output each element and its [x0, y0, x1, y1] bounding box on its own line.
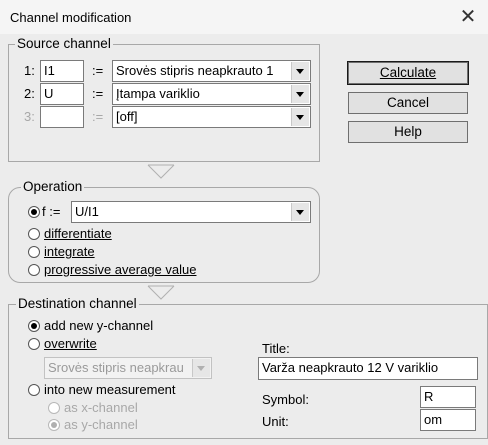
- formula-select[interactable]: U/I1: [71, 201, 311, 223]
- symbol-field-label: Symbol:: [262, 392, 309, 407]
- destination-channel-legend: Destination channel: [16, 296, 139, 311]
- add-new-y-channel-label[interactable]: add new y-channel: [44, 318, 153, 334]
- title-field-label: Title:: [262, 341, 290, 356]
- cancel-button[interactable]: Cancel: [348, 92, 468, 114]
- flow-arrow-icon: [147, 285, 175, 300]
- help-button[interactable]: Help: [348, 121, 468, 143]
- source-row-3-assign: :=: [92, 109, 104, 124]
- title-input[interactable]: Varža neapkrauto 12 V variklio: [258, 357, 478, 380]
- close-icon[interactable]: ✕: [454, 3, 482, 31]
- formula-value: U/I1: [75, 204, 99, 219]
- into-new-measurement-label[interactable]: into new measurement: [44, 382, 176, 398]
- source-row-3-var-input[interactable]: [40, 106, 84, 128]
- symbol-input[interactable]: R: [420, 386, 476, 408]
- source-row-1-channel-value: Srovės stipris neapkrauto 1: [116, 63, 274, 78]
- chevron-down-icon[interactable]: [192, 359, 210, 377]
- operation-legend: Operation: [21, 179, 85, 194]
- into-new-measurement-radio[interactable]: [28, 384, 40, 396]
- add-new-y-channel-radio[interactable]: [28, 320, 40, 332]
- as-x-channel-radio[interactable]: [48, 402, 60, 414]
- source-row-1-var-input[interactable]: I1: [40, 60, 84, 82]
- unit-input[interactable]: om: [420, 409, 476, 431]
- as-y-channel-radio[interactable]: [48, 419, 60, 431]
- source-row-2-assign: :=: [92, 86, 104, 101]
- progressive-average-label[interactable]: progressive average value: [44, 262, 196, 278]
- flow-arrow-icon: [147, 164, 175, 179]
- chevron-down-icon[interactable]: [291, 85, 309, 103]
- progressive-average-radio[interactable]: [28, 264, 40, 276]
- overwrite-channel-value: Srovės stipris neapkrau: [48, 360, 184, 375]
- source-row-2-label: 2:: [24, 86, 35, 101]
- title-bar: Channel modification ✕: [0, 0, 488, 34]
- overwrite-channel-select[interactable]: Srovės stipris neapkrau: [44, 357, 212, 379]
- source-row-1-channel-select[interactable]: Srovės stipris neapkrauto 1: [112, 60, 311, 82]
- source-row-2-channel-select[interactable]: Įtampa variklio: [112, 83, 311, 105]
- source-row-2-channel-value: Įtampa variklio: [116, 86, 200, 101]
- as-y-channel-label[interactable]: as y-channel: [64, 417, 138, 433]
- as-x-channel-label[interactable]: as x-channel: [64, 400, 138, 416]
- source-channel-legend: Source channel: [15, 36, 113, 51]
- source-row-3-channel-select[interactable]: [off]: [112, 106, 311, 128]
- formula-radio[interactable]: [28, 206, 40, 218]
- unit-field-label: Unit:: [262, 414, 289, 429]
- calculate-button-label: Calculate: [379, 65, 437, 80]
- overwrite-radio[interactable]: [28, 338, 40, 350]
- source-row-1-assign: :=: [92, 63, 104, 78]
- overwrite-label[interactable]: overwrite: [44, 336, 97, 352]
- integrate-radio[interactable]: [28, 246, 40, 258]
- formula-label: f :=: [42, 204, 61, 219]
- differentiate-label[interactable]: differentiate: [44, 226, 112, 242]
- calculate-button[interactable]: Calculate: [347, 61, 469, 85]
- source-row-2-var-input[interactable]: U: [40, 83, 84, 105]
- source-row-3-channel-value: [off]: [116, 109, 138, 124]
- window-title: Channel modification: [10, 10, 132, 25]
- source-row-3-label: 3:: [24, 109, 35, 124]
- source-row-1-label: 1:: [24, 63, 35, 78]
- differentiate-radio[interactable]: [28, 228, 40, 240]
- integrate-label[interactable]: integrate: [44, 244, 95, 260]
- chevron-down-icon[interactable]: [291, 62, 309, 80]
- chevron-down-icon[interactable]: [291, 203, 309, 221]
- chevron-down-icon[interactable]: [291, 108, 309, 126]
